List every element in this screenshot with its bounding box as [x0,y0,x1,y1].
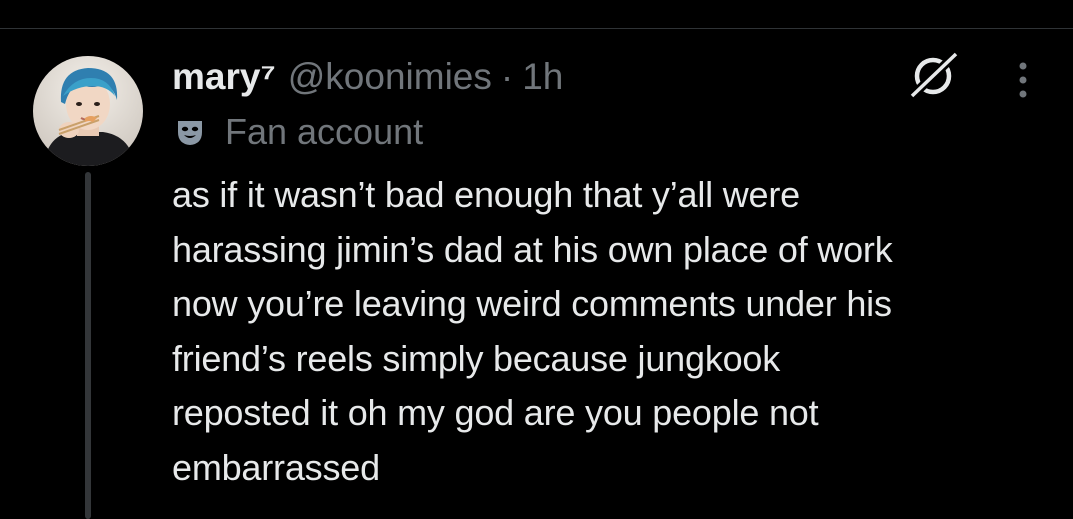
top-divider [0,28,1073,29]
tweet-text-line: now you’re leaving weird comments under … [172,283,892,324]
meta-separator: · [500,56,514,97]
user-avatar-photo-icon [33,56,143,166]
tweet-text-line: embarrassed [172,446,380,488]
tweet-header: mary⁷ @koonimies · 1h [172,54,563,100]
grok-icon[interactable] [906,50,962,100]
more-options-icon[interactable] [1011,60,1035,100]
tweet-text-line: friend’s reels simply because jungkook [172,337,781,379]
tweet-text-line: harassing jimin’s dad at his own place o… [172,228,893,270]
account-label: Fan account [175,110,423,154]
thread-line [85,172,91,519]
tweet-text-line: reposted it oh my god are you people not [172,392,819,433]
author-handle[interactable]: @koonimies [288,54,492,100]
tweet-text-line: as if it wasn’t bad enough that y’all we… [172,174,800,215]
account-label-text: Fan account [225,111,424,152]
avatar[interactable] [33,56,143,166]
theater-mask-icon [175,117,205,147]
author-display-name[interactable]: mary⁷ [172,54,276,100]
tweet-timestamp[interactable]: 1h [522,54,563,100]
tweet-body: as if it wasn’t bad enough that y’all we… [172,168,1052,495]
